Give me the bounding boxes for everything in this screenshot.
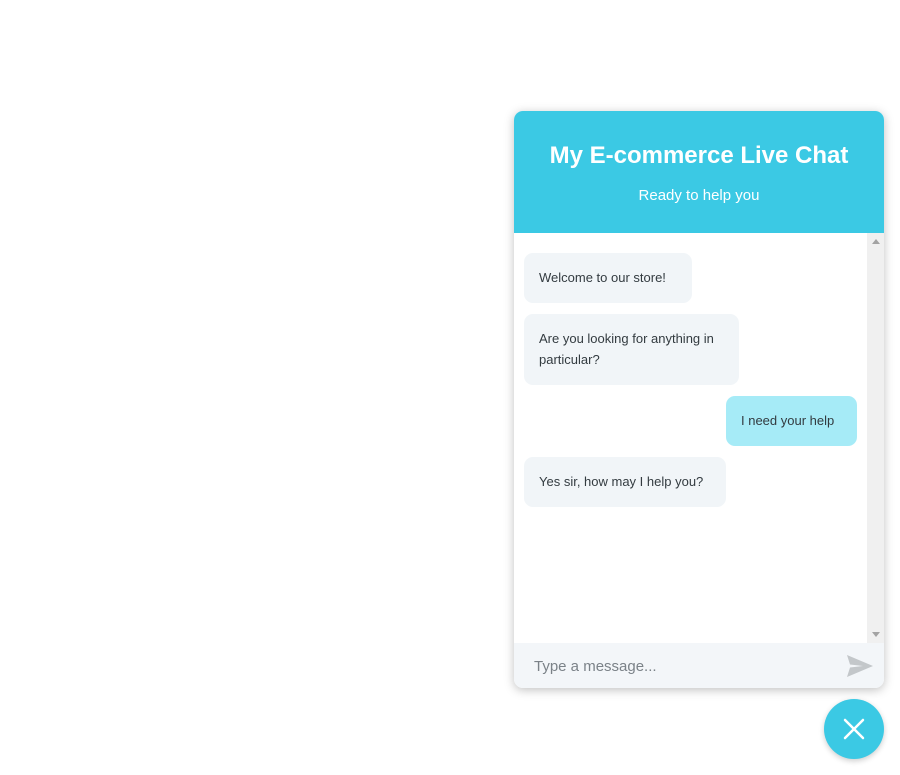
chat-title: My E-commerce Live Chat bbox=[549, 142, 849, 169]
chat-widget: My E-commerce Live Chat Ready to help yo… bbox=[514, 111, 884, 688]
close-icon bbox=[843, 718, 865, 740]
message-bubble-bot: Yes sir, how may I help you? bbox=[524, 457, 726, 507]
send-button[interactable] bbox=[846, 654, 874, 678]
close-chat-button[interactable] bbox=[824, 699, 884, 759]
send-icon bbox=[847, 655, 873, 677]
message-list-scrollbar[interactable] bbox=[867, 233, 884, 643]
chat-header: My E-commerce Live Chat Ready to help yo… bbox=[514, 111, 884, 233]
scroll-up-arrow-icon[interactable] bbox=[872, 239, 880, 244]
message-composer bbox=[514, 643, 884, 688]
message-list[interactable]: Welcome to our store! Are you looking fo… bbox=[514, 233, 867, 643]
chat-subtitle: Ready to help you bbox=[638, 187, 760, 204]
message-bubble-user: I need your help bbox=[726, 396, 857, 446]
message-input[interactable] bbox=[534, 655, 834, 677]
message-bubble-bot: Are you looking for anything in particul… bbox=[524, 314, 739, 385]
message-bubble-bot: Welcome to our store! bbox=[524, 253, 692, 303]
scroll-down-arrow-icon[interactable] bbox=[872, 632, 880, 637]
